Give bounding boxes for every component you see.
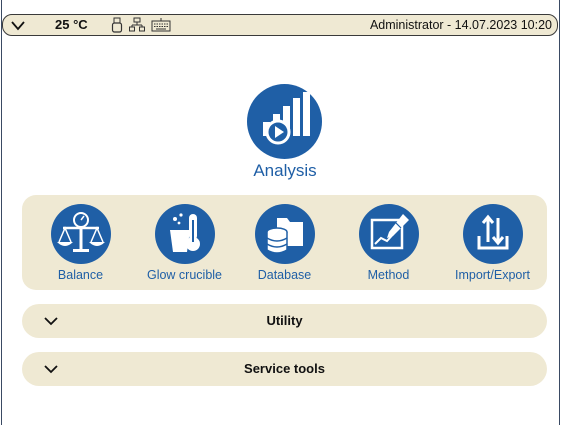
chevron-down-icon[interactable] — [9, 16, 27, 34]
utility-section[interactable]: Utility — [22, 304, 547, 338]
import-export-label: Import/Export — [454, 268, 531, 282]
database-button[interactable]: Database — [232, 204, 337, 284]
import-export-button[interactable]: Import/Export — [440, 204, 545, 284]
method-edit-chart-icon — [358, 204, 419, 264]
method-button[interactable]: Method — [336, 204, 441, 284]
usb-stick-icon — [111, 17, 123, 33]
analysis-button[interactable] — [247, 84, 322, 159]
glow-crucible-thermometer-icon — [154, 204, 215, 264]
balance-button[interactable]: Balance — [28, 204, 133, 284]
service-tools-section-title: Service tools — [244, 361, 325, 376]
main-menu-panel: Balance Glow crucible Database Method Im… — [22, 195, 547, 290]
status-bar: 25 °C Administrator - 14.07.2023 10:20 — [2, 14, 558, 36]
analysis-label: Analysis — [253, 161, 317, 180]
user-datetime: Administrator - 14.07.2023 10:20 — [369, 18, 552, 32]
balance-scale-icon — [50, 204, 111, 264]
service-tools-section[interactable]: Service tools — [22, 352, 547, 386]
analysis-bar-chart-play-icon — [263, 92, 310, 145]
temperature-readout: 25 °C — [55, 17, 88, 32]
keyboard-icon — [151, 18, 171, 32]
database-folder-icon — [254, 204, 315, 264]
network-icon — [129, 17, 145, 32]
utility-section-title: Utility — [266, 313, 303, 328]
import-export-icon — [462, 204, 523, 264]
